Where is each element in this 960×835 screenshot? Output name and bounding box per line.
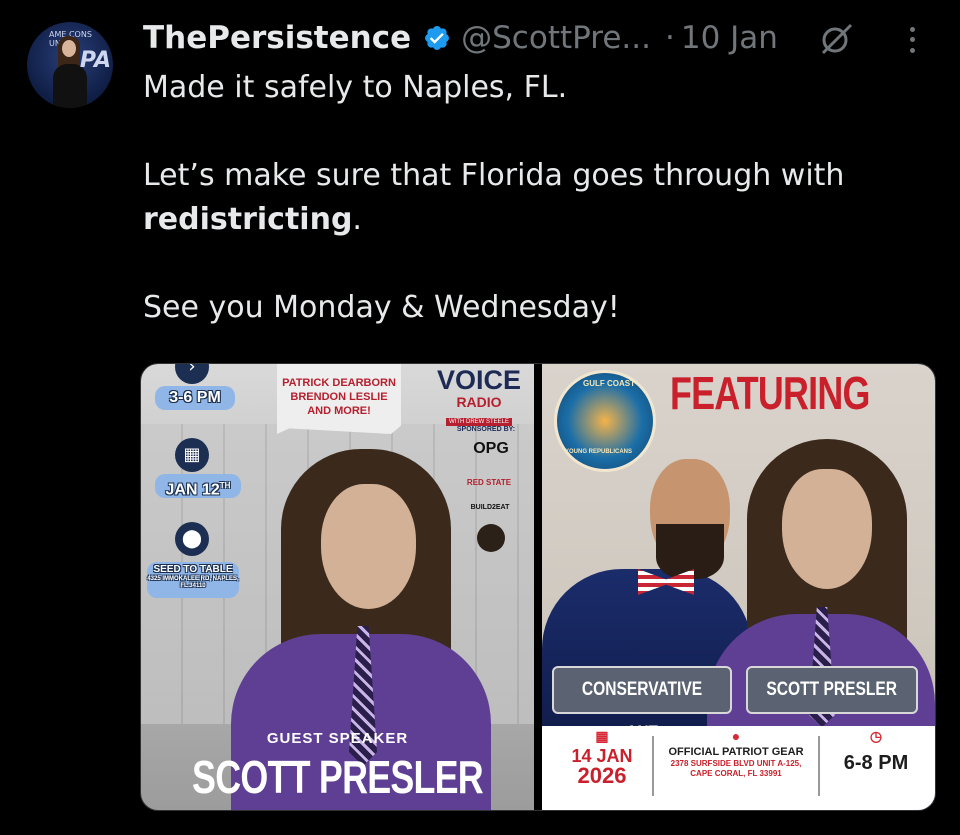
- more-dot: [909, 26, 915, 32]
- sponsor-logo-badge: [477, 524, 505, 552]
- more-options-icon[interactable]: [902, 24, 922, 56]
- flyer2-time: 6-8 PM: [843, 752, 909, 774]
- media-image-1[interactable]: › 3-6 PM ▦ JAN 12TH ⬤ SEED TO TABLE 4325…: [141, 364, 534, 810]
- tweet-line-3: See you Monday & Wednesday!: [143, 290, 620, 325]
- flyer2-heading: FEATURING: [670, 367, 870, 419]
- grok-icon[interactable]: [818, 22, 856, 56]
- more-dot: [909, 48, 915, 54]
- flyer2-time-col: ◷ 6-8 PM: [824, 726, 928, 780]
- calendar-icon: ▦: [595, 728, 609, 744]
- tweet-header: ThePersistence @ScottPre... · 10 Jan: [143, 16, 778, 60]
- info-divider: [818, 736, 820, 796]
- featuring-name: AND MORE!: [307, 405, 371, 417]
- label-right-text: SCOTT PRESLER: [766, 679, 898, 700]
- author-name[interactable]: ThePersistence: [143, 20, 411, 56]
- radio-text: RADIO: [456, 394, 502, 410]
- separator-dot: ·: [664, 20, 675, 56]
- verified-badge-icon[interactable]: [423, 24, 451, 52]
- sponsor-logo-red-state: RED STATE: [466, 478, 512, 487]
- tweet-line-2-prefix: Let’s make sure that Florida goes throug…: [143, 158, 845, 193]
- flyer1-featuring-list: PATRICK DEARBORN BRENDON LESLIE AND MORE…: [277, 364, 401, 434]
- voice-text: VOICE: [436, 365, 522, 395]
- media-image-2[interactable]: GULF COAST YOUNG REPUBLICANS FEATURING C…: [542, 364, 935, 810]
- voice-radio-logo: VOICE RADIO WITH DREW STEELE: [431, 364, 527, 428]
- featuring-name: BRENDON LESLIE: [290, 391, 388, 403]
- tweet-timestamp[interactable]: 10 Jan: [681, 20, 778, 56]
- tweet-bold-word: redistricting: [143, 202, 353, 237]
- sponsored-by-label: SPONSORED BY:: [456, 426, 516, 433]
- flyer1-address: 4325 IMMOKALEE RD, NAPLES, FL 34110: [147, 576, 239, 589]
- clock-icon: ◷: [869, 728, 883, 744]
- location-pin-icon: ●: [731, 728, 741, 744]
- sponsor-logo-opg: OPG: [473, 440, 509, 457]
- featuring-name: PATRICK DEARBORN: [282, 377, 396, 389]
- avatar-face: [62, 40, 76, 57]
- flyer1-date: JAN 12TH: [155, 474, 241, 498]
- flyer1-date-text: JAN 12: [165, 481, 220, 499]
- flyer1-time: 3-6 PM: [155, 386, 235, 410]
- more-dot: [909, 37, 915, 43]
- tweet-line-2: Let’s make sure that Florida goes throug…: [143, 154, 923, 242]
- tweet-text: Made it safely to Naples, FL. Let’s make…: [143, 66, 923, 330]
- flyer2-address: 2378 SURFSIDE BLVD UNIT A-125, CAPE CORA…: [670, 759, 802, 778]
- location-pin-icon: ⬤: [175, 522, 209, 556]
- guest-speaker-name: SCOTT PRESLER: [192, 751, 484, 803]
- scott-face: [782, 469, 872, 589]
- logo-top-text: GULF COAST: [583, 379, 635, 388]
- flyer2-date-col: ▦ 14 JAN 2026: [560, 726, 644, 788]
- label-scott-presler: SCOTT PRESLER: [746, 666, 918, 714]
- speaker-face: [321, 484, 416, 609]
- tweet-line-1: Made it safely to Naples, FL.: [143, 70, 568, 105]
- flyer1-venue: SEED TO TABLE 4325 IMMOKALEE RD, NAPLES,…: [147, 562, 239, 598]
- flyer1-venue-name: SEED TO TABLE: [153, 564, 233, 575]
- radio-host: WITH DREW STEELE: [445, 418, 512, 426]
- label-conservative-ant: CONSERVATIVE ANT: [552, 666, 732, 744]
- flyer2-venue-col: ● OFFICIAL PATRIOT GEAR 2378 SURFSIDE BL…: [660, 726, 812, 779]
- avatar-logo: PA: [79, 48, 111, 73]
- flyer2-date-line2: 2026: [577, 763, 627, 788]
- sponsor-logo-build2eat: BUILD2EAT: [470, 504, 510, 511]
- gulf-coast-logo: GULF COAST YOUNG REPUBLICANS: [554, 370, 656, 472]
- arrow-icon: ›: [175, 364, 209, 384]
- flyer2-venue: OFFICIAL PATRIOT GEAR: [668, 746, 804, 758]
- calendar-icon: ▦: [175, 438, 209, 472]
- author-avatar[interactable]: AME CONS UNION PA: [27, 22, 113, 108]
- tweet-line-2-suffix: .: [352, 202, 362, 237]
- flyer1-date-sup: TH: [219, 481, 231, 490]
- guest-speaker-label: GUEST SPEAKER: [266, 730, 409, 747]
- logo-bottom-text: YOUNG REPUBLICANS: [565, 449, 633, 455]
- author-handle[interactable]: @ScottPre...: [461, 20, 651, 56]
- info-divider: [652, 736, 654, 796]
- tweet-media: › 3-6 PM ▦ JAN 12TH ⬤ SEED TO TABLE 4325…: [140, 363, 936, 811]
